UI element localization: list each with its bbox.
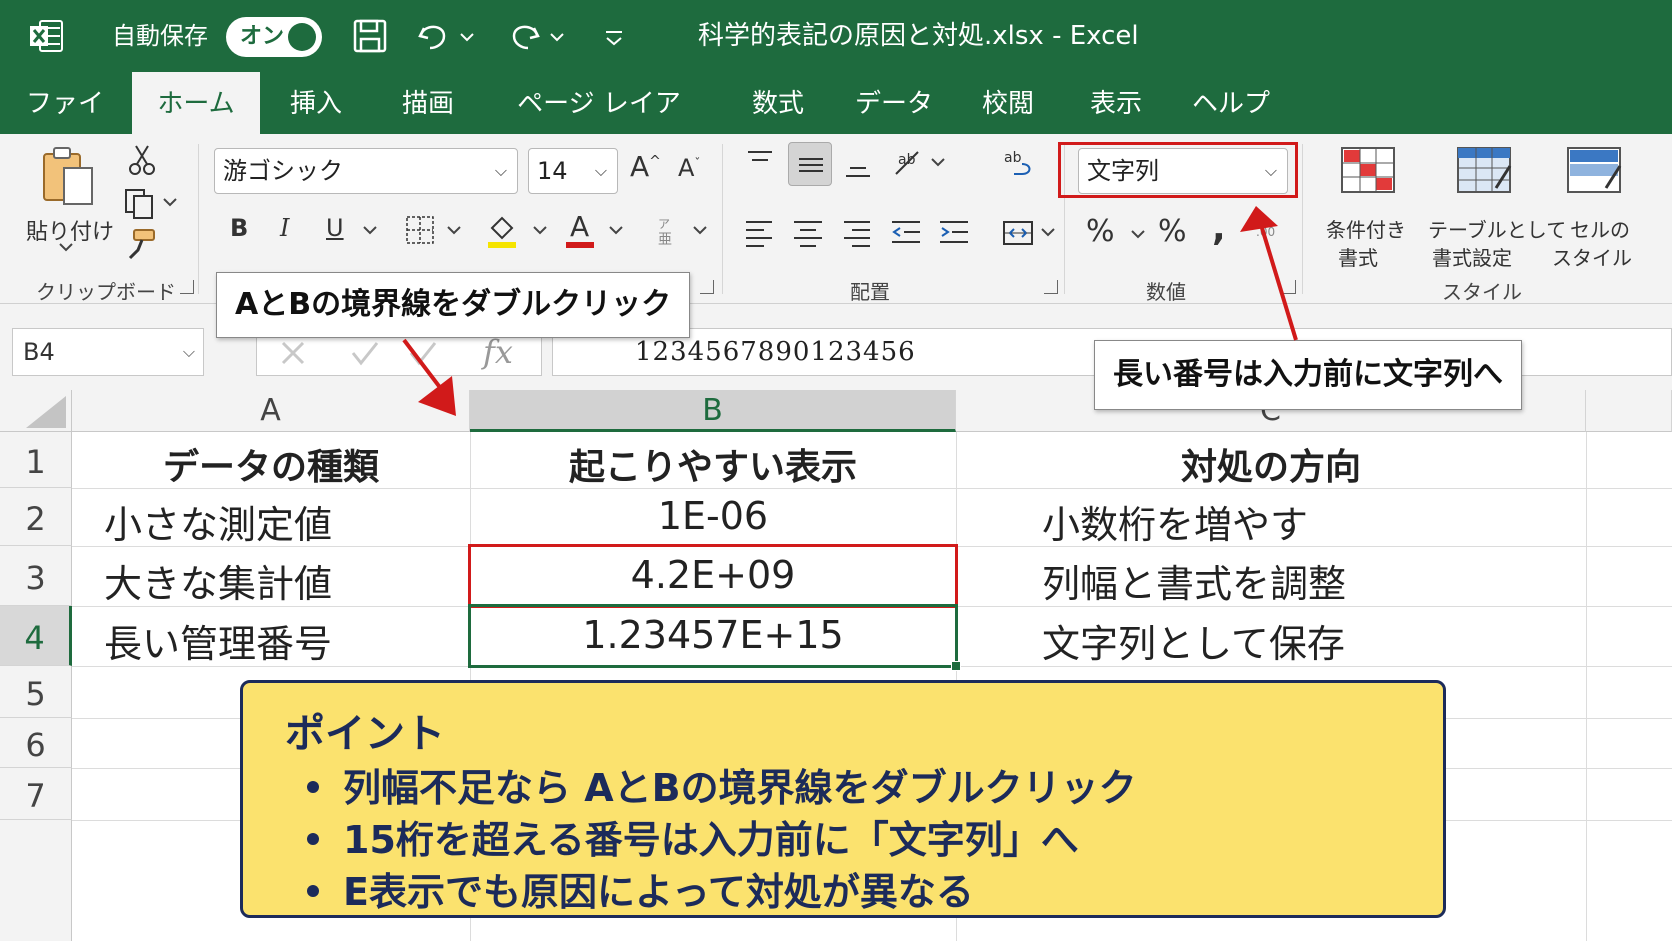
point-summary-box: ポイント 列幅不足なら AとBの境界線をダブルクリック 15桁を超える番号は入力… xyxy=(240,680,1446,918)
arrow-head-icon xyxy=(1240,206,1278,232)
arrow-to-number-format xyxy=(1260,227,1298,341)
bullet-icon xyxy=(307,884,319,897)
point-item-text: 列幅不足なら AとBの境界線をダブルクリック xyxy=(343,766,1137,810)
point-item: E表示でも原因によって対処が異なる xyxy=(307,861,974,916)
point-item-text: E表示でも原因によって対処が異なる xyxy=(343,870,974,914)
point-item: 列幅不足なら AとBの境界線をダブルクリック xyxy=(307,757,1137,812)
point-item: 15桁を超える番号は入力前に「文字列」へ xyxy=(307,809,1079,864)
bullet-icon xyxy=(307,832,319,845)
bullet-icon xyxy=(307,780,319,793)
point-item-text: 15桁を超える番号は入力前に「文字列」へ xyxy=(343,818,1079,862)
point-title: ポイント xyxy=(285,711,445,757)
